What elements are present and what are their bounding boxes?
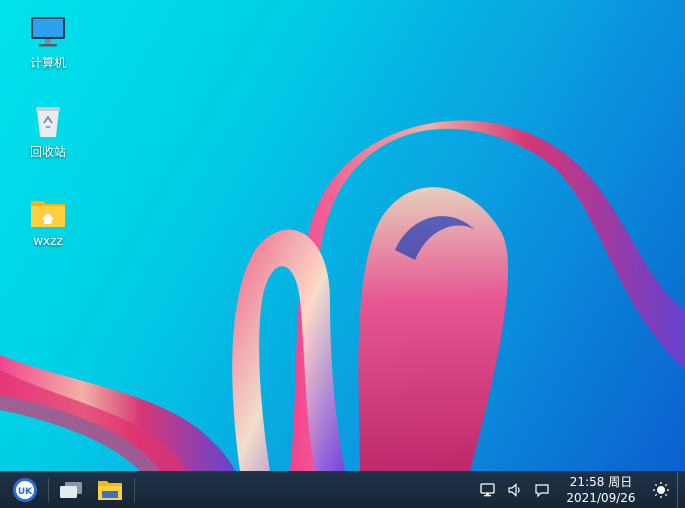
network-icon bbox=[480, 483, 495, 497]
start-menu-button[interactable]: UK bbox=[8, 472, 42, 508]
desktop-icon-home-folder[interactable]: wxzz bbox=[10, 192, 86, 248]
night-mode-button[interactable] bbox=[648, 472, 674, 508]
file-manager-button[interactable] bbox=[92, 472, 128, 508]
multitask-view-button[interactable] bbox=[54, 472, 88, 508]
svg-text:UK: UK bbox=[18, 487, 33, 497]
network-tray-button[interactable] bbox=[476, 472, 500, 508]
computer-icon bbox=[31, 17, 65, 47]
wallpaper-ribbons bbox=[0, 120, 685, 471]
taskbar-divider bbox=[134, 478, 135, 502]
multitask-view-icon bbox=[60, 482, 82, 498]
desktop-icon-label: wxzz bbox=[33, 234, 63, 248]
desktop-icon-computer[interactable]: 计算机 bbox=[10, 12, 86, 71]
desktop-icon-trash[interactable]: 回收站 bbox=[10, 101, 86, 160]
start-menu-icon: UK bbox=[13, 478, 37, 502]
night-mode-icon bbox=[653, 482, 669, 498]
taskbar-divider bbox=[48, 478, 49, 502]
notification-icon bbox=[535, 484, 549, 498]
file-manager-icon bbox=[98, 481, 122, 500]
clock[interactable]: 21:58 周日 2021/09/26 bbox=[560, 474, 642, 506]
clock-date: 2021/09/26 bbox=[566, 491, 636, 505]
desktop: 计算机 回收站 wxzz bbox=[0, 0, 685, 471]
volume-tray-button[interactable] bbox=[503, 472, 527, 508]
home-folder-icon bbox=[31, 201, 65, 227]
notification-tray-button[interactable] bbox=[530, 472, 554, 508]
volume-icon bbox=[508, 483, 520, 497]
trash-icon bbox=[36, 107, 60, 137]
clock-time-day: 21:58 周日 bbox=[569, 475, 633, 489]
taskbar: UK 21:58 周日 2021/09/26 bbox=[0, 471, 685, 508]
desktop-icon-label: 计算机 bbox=[29, 56, 66, 70]
desktop-icon-label: 回收站 bbox=[29, 145, 66, 159]
show-desktop-strip[interactable] bbox=[677, 472, 678, 508]
